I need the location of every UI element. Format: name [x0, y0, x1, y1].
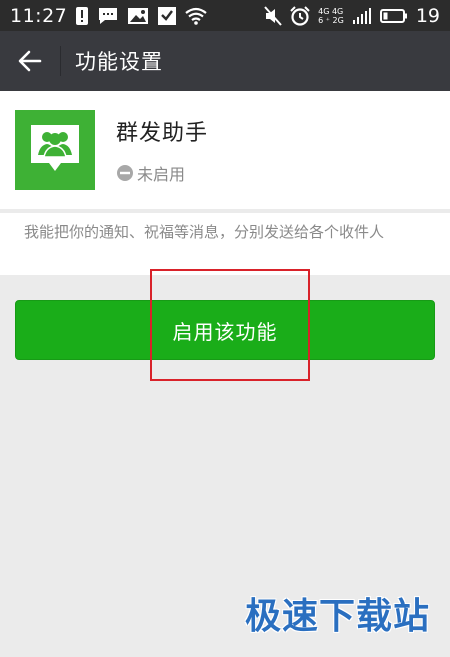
enable-feature-button[interactable]: 启用该功能	[15, 300, 435, 360]
app-icon	[15, 110, 95, 190]
status-bar-left: 11:27	[10, 5, 207, 27]
disabled-icon	[117, 165, 133, 181]
network-top-label: 4G 4G	[318, 6, 344, 16]
image-icon	[128, 7, 149, 24]
description-card: 我能把你的通知、祝福等消息，分别发送给各个收件人	[0, 213, 450, 275]
network-signal: 4G 4G 6 ⁺ 2G	[318, 7, 344, 25]
mute-icon	[264, 5, 282, 26]
title-bar: 功能设置	[0, 31, 450, 91]
title-divider	[60, 46, 61, 76]
enable-feature-label: 启用该功能	[172, 319, 278, 344]
group-chat-icon	[31, 125, 79, 171]
feature-name: 群发助手	[116, 121, 209, 146]
page-title: 功能设置	[75, 50, 163, 74]
feature-info: 群发助手 未启用	[116, 115, 208, 185]
watermark-logo: 极速下载站	[244, 596, 430, 637]
feature-card: 群发助手 未启用	[0, 91, 450, 209]
signal-icon	[352, 7, 371, 24]
status-bar: 11:27 4G 4G 6 ⁺ 2G 19	[0, 0, 450, 31]
battery-level: 19	[415, 4, 440, 27]
feature-status: 未启用	[116, 161, 208, 185]
message-icon	[99, 7, 118, 24]
feature-status-text: 未启用	[137, 165, 186, 184]
alarm-icon	[290, 5, 310, 26]
status-bar-right: 4G 4G 6 ⁺ 2G 19	[264, 5, 440, 27]
battery-icon	[379, 8, 407, 23]
arrow-left-icon	[18, 50, 42, 72]
alert-icon	[76, 6, 89, 25]
screen: 11:27 4G 4G 6 ⁺ 2G 19 功能设置 群发助手 未启用 我能把你…	[0, 0, 450, 657]
back-button[interactable]	[0, 31, 60, 91]
network-bottom-label: 6 ⁺ 2G	[318, 15, 344, 25]
wifi-icon	[185, 7, 207, 25]
inbox-check-icon	[158, 6, 177, 25]
status-time: 11:27	[10, 4, 68, 27]
feature-description: 我能把你的通知、祝福等消息，分别发送给各个收件人	[24, 223, 385, 241]
